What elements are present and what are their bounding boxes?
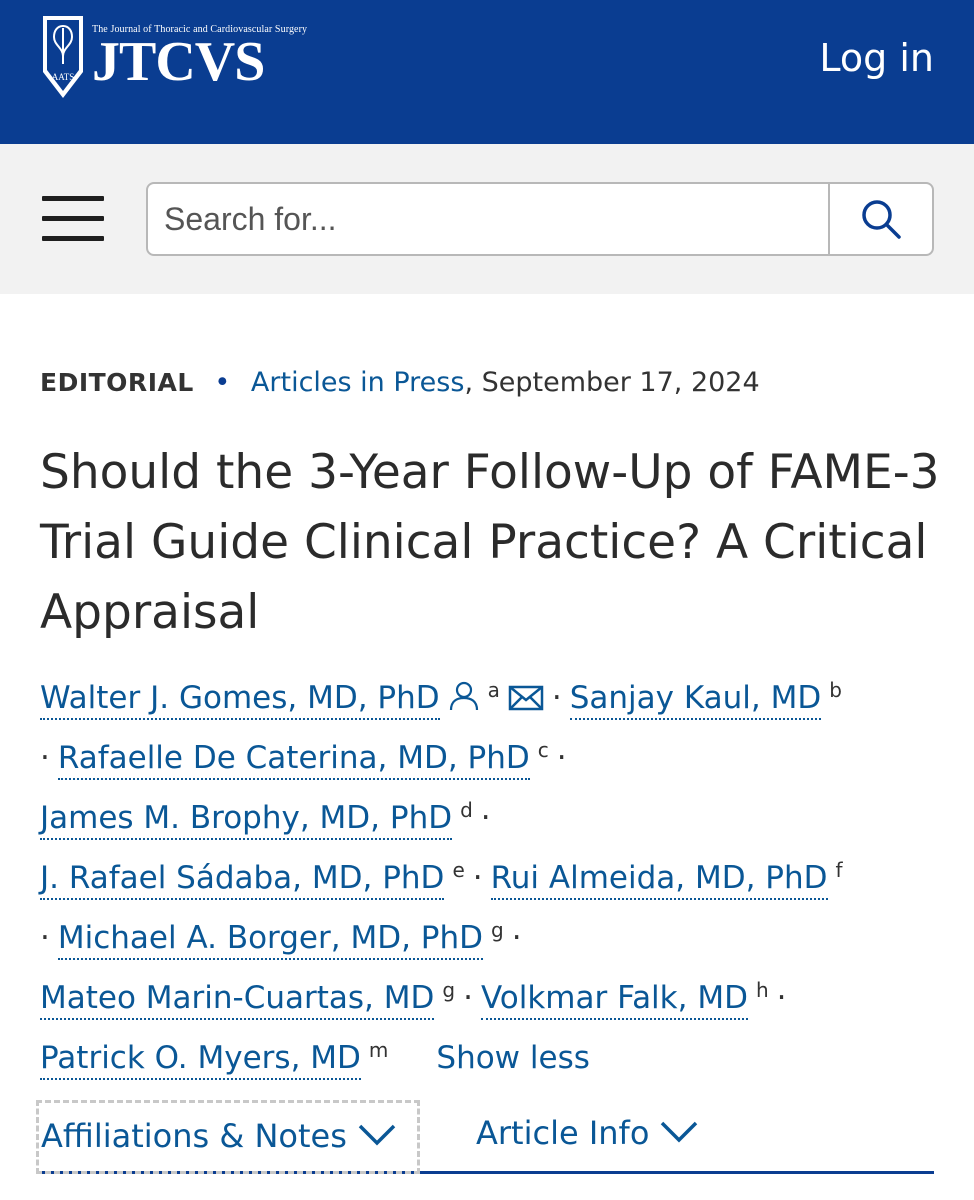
meta-separator: • <box>214 367 231 398</box>
author-affiliation-marker: c <box>537 737 549 762</box>
author-separator: · <box>463 980 473 1016</box>
tab-affiliations-notes[interactable]: Affiliations & Notes <box>36 1100 420 1174</box>
author-affiliation-marker: f <box>835 857 843 882</box>
logo-wordmark: JTCVS <box>92 31 265 93</box>
hamburger-menu-icon[interactable] <box>42 196 104 242</box>
author-separator: · <box>480 800 491 836</box>
author-link[interactable]: Michael A. Borger, MD, PhD <box>57 920 483 960</box>
chevron-down-icon <box>661 1121 698 1143</box>
author-link[interactable]: James M. Brophy, MD, PhD <box>40 800 453 840</box>
author-separator: · <box>556 740 567 776</box>
publication-date: , September 17, 2024 <box>464 367 760 398</box>
search-input[interactable] <box>148 184 828 254</box>
jtcvs-logo[interactable]: AATS The Journal of Thoracic and Cardiov… <box>40 14 307 104</box>
author-affiliation-marker: d <box>460 797 473 822</box>
author-link[interactable]: Volkmar Falk, MD <box>480 980 748 1020</box>
show-less-button[interactable]: Show less <box>436 1040 590 1076</box>
author-separator: · <box>551 680 562 716</box>
chevron-down-icon <box>358 1124 396 1146</box>
article-tabs: Affiliations & Notes Article Info <box>36 1100 934 1174</box>
email-icon[interactable] <box>508 684 544 712</box>
author-link[interactable]: Sanjay Kaul, MD <box>569 680 822 720</box>
author-affiliation-marker: m <box>368 1037 389 1062</box>
author-affiliation-marker: g <box>491 917 504 942</box>
site-header: AATS The Journal of Thoracic and Cardiov… <box>0 0 974 144</box>
author-affiliation-marker: e <box>452 857 465 882</box>
tab-label: Affiliations & Notes <box>41 1117 347 1155</box>
article-title: Should the 3-Year Follow-Up of FAME-3 Tr… <box>40 445 940 640</box>
author-separator: · <box>40 740 50 776</box>
tab-article-info[interactable]: Article Info <box>476 1100 699 1174</box>
author-separator: · <box>511 920 522 956</box>
author-separator: · <box>472 860 483 896</box>
aats-shield-icon: AATS <box>43 16 83 98</box>
author-affiliation-marker: h <box>755 977 769 1002</box>
article-type: EDITORIAL <box>40 368 194 397</box>
author-affiliation-marker: a <box>487 677 500 702</box>
person-icon[interactable] <box>448 680 480 712</box>
author-link[interactable]: Walter J. Gomes, MD, PhD <box>40 680 440 720</box>
author-link[interactable]: Patrick O. Myers, MD <box>40 1040 361 1080</box>
author-link[interactable]: Mateo Marin-Cuartas, MD <box>40 980 435 1020</box>
logo-badge: AATS <box>52 72 75 82</box>
author-link[interactable]: Rui Almeida, MD, PhD <box>490 860 828 900</box>
author-affiliation-marker: g <box>442 977 456 1002</box>
search-button[interactable] <box>828 184 932 254</box>
author-affiliation-marker: b <box>829 677 842 702</box>
author-link[interactable]: Rafaelle De Caterina, MD, PhD <box>57 740 530 780</box>
articles-in-press-link[interactable]: Articles in Press <box>251 367 465 398</box>
login-link[interactable]: Log in <box>819 34 934 82</box>
article-meta: EDITORIAL • Articles in Press, September… <box>40 364 760 402</box>
author-link[interactable]: J. Rafael Sádaba, MD, PhD <box>40 860 445 900</box>
author-list: Walter J. Gomes, MD, PhD a · Sanjay Kaul, M… <box>40 668 940 1088</box>
search-box <box>146 182 934 256</box>
search-bar <box>0 144 974 294</box>
tab-label: Article Info <box>476 1114 650 1152</box>
search-icon <box>862 200 901 239</box>
author-separator: · <box>776 980 787 1016</box>
author-separator: · <box>40 920 50 956</box>
